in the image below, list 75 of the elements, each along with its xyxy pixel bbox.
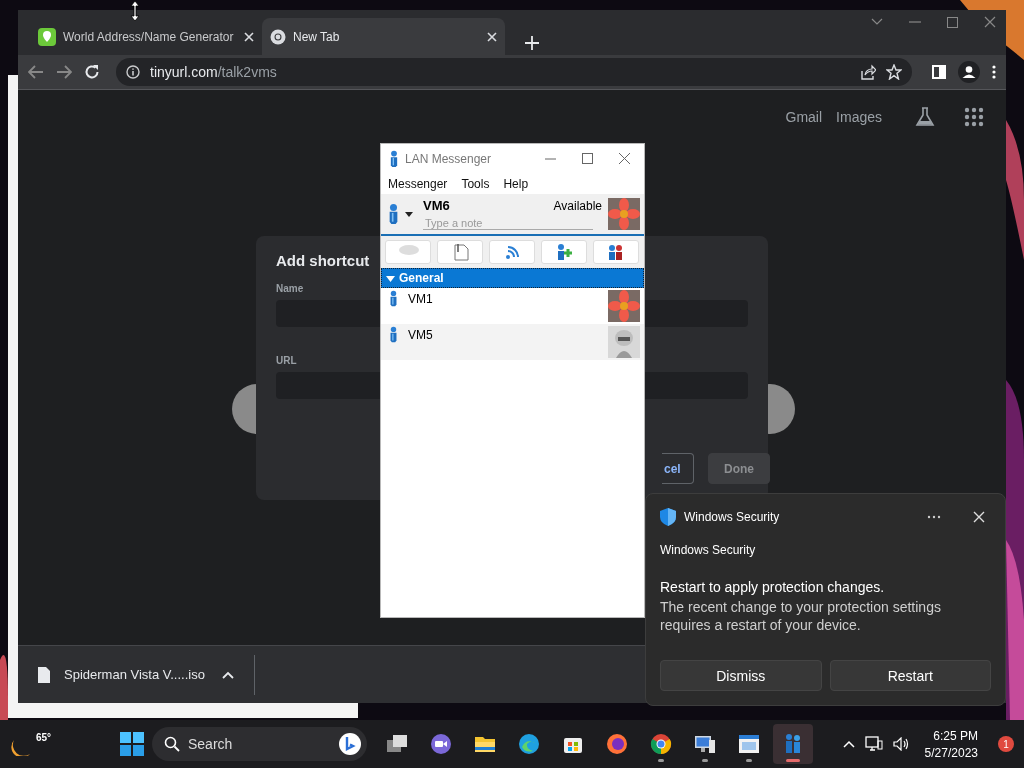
close-icon — [244, 31, 254, 42]
person-icon — [389, 290, 398, 307]
contact-row[interactable]: VM1 — [381, 288, 644, 324]
dialog-button[interactable]: cel — [662, 453, 694, 484]
apps-grid-icon[interactable] — [964, 107, 984, 127]
url-text: tinyurl.com/talk2vms — [150, 64, 278, 80]
note-field[interactable]: Type a note — [423, 216, 593, 230]
video-chat-icon — [429, 732, 453, 756]
notification-source: Windows Security — [660, 543, 757, 557]
network-icon[interactable] — [864, 736, 883, 752]
notification-text: The recent change to your protection settings requires a restart of your device. — [660, 598, 942, 634]
group-header[interactable]: General — [381, 268, 644, 288]
clock-date[interactable]: 5/27/2023 — [924, 745, 978, 760]
shield-icon — [660, 508, 676, 526]
menu-item[interactable]: Tools — [461, 176, 490, 191]
maximize-icon[interactable] — [582, 153, 593, 164]
search-button[interactable]: Search — [152, 727, 367, 761]
download-name[interactable]: Spiderman Vista V.....iso — [64, 667, 208, 682]
field-label: URL — [276, 355, 298, 366]
back-icon[interactable] — [28, 65, 44, 79]
person-icon — [388, 203, 399, 225]
close-icon[interactable] — [619, 153, 630, 164]
window-icon — [737, 732, 761, 756]
resize-cursor-icon — [130, 0, 140, 22]
address-bar[interactable]: tinyurl.com/talk2vms — [116, 58, 912, 86]
toolbar-button[interactable] — [541, 240, 587, 264]
clock-time[interactable]: 6:25 PM — [933, 728, 978, 743]
chevron-down-icon[interactable] — [871, 18, 883, 26]
status-label[interactable]: Available — [553, 198, 602, 213]
chrome-icon — [270, 28, 286, 45]
forward-icon[interactable] — [56, 65, 72, 79]
person-icon — [389, 149, 399, 168]
more-icon[interactable] — [927, 515, 941, 519]
windows-logo-icon — [120, 732, 144, 756]
window-title: LAN Messenger — [405, 151, 493, 166]
header-link[interactable]: Images — [836, 109, 882, 125]
notification-button[interactable]: Dismiss — [660, 660, 822, 691]
toolbar-button[interactable] — [593, 240, 639, 264]
side-panel-icon[interactable] — [932, 65, 946, 79]
flask-icon[interactable] — [914, 106, 936, 128]
caret-down-icon[interactable] — [405, 211, 413, 217]
menu-icon[interactable] — [992, 65, 996, 79]
map-pin-icon — [38, 27, 56, 46]
menu-item[interactable]: Messenger — [388, 176, 448, 191]
volume-icon[interactable] — [892, 737, 909, 751]
notification-button[interactable]: Restart — [829, 660, 991, 691]
notification-badge[interactable]: 1 — [998, 736, 1014, 752]
chevron-up-icon[interactable] — [842, 740, 855, 748]
dialog-title: Add shortcut — [276, 252, 371, 269]
profile-icon[interactable] — [958, 61, 980, 83]
file-icon — [38, 666, 50, 683]
user-name: VM6 — [423, 198, 450, 213]
contact-row[interactable]: VM5 — [381, 324, 644, 360]
info-icon — [126, 65, 140, 79]
browser-tab[interactable]: New Tab — [262, 18, 505, 55]
app-name: Windows Security — [684, 510, 781, 524]
bing-icon — [339, 733, 361, 755]
field-label: Name — [276, 283, 305, 294]
menu-item[interactable]: Help — [503, 176, 529, 191]
search-icon — [164, 736, 180, 752]
reload-icon[interactable] — [84, 64, 100, 80]
share-icon[interactable] — [860, 64, 876, 80]
temperature[interactable]: 65° — [36, 732, 52, 743]
maximize-icon[interactable] — [947, 16, 958, 28]
chrome-icon — [649, 732, 673, 756]
firefox-icon — [605, 732, 629, 756]
header-link[interactable]: Gmail — [785, 109, 823, 125]
close-icon — [487, 31, 497, 42]
star-icon[interactable] — [886, 64, 902, 80]
person-icon — [389, 326, 398, 343]
toolbar-button[interactable] — [489, 240, 535, 264]
edge-icon — [517, 732, 541, 756]
notification-title: Restart to apply protection changes. — [660, 579, 886, 595]
browser-tab[interactable]: World Address/Name Generator — [30, 18, 262, 55]
caret-up-icon[interactable] — [222, 670, 234, 679]
